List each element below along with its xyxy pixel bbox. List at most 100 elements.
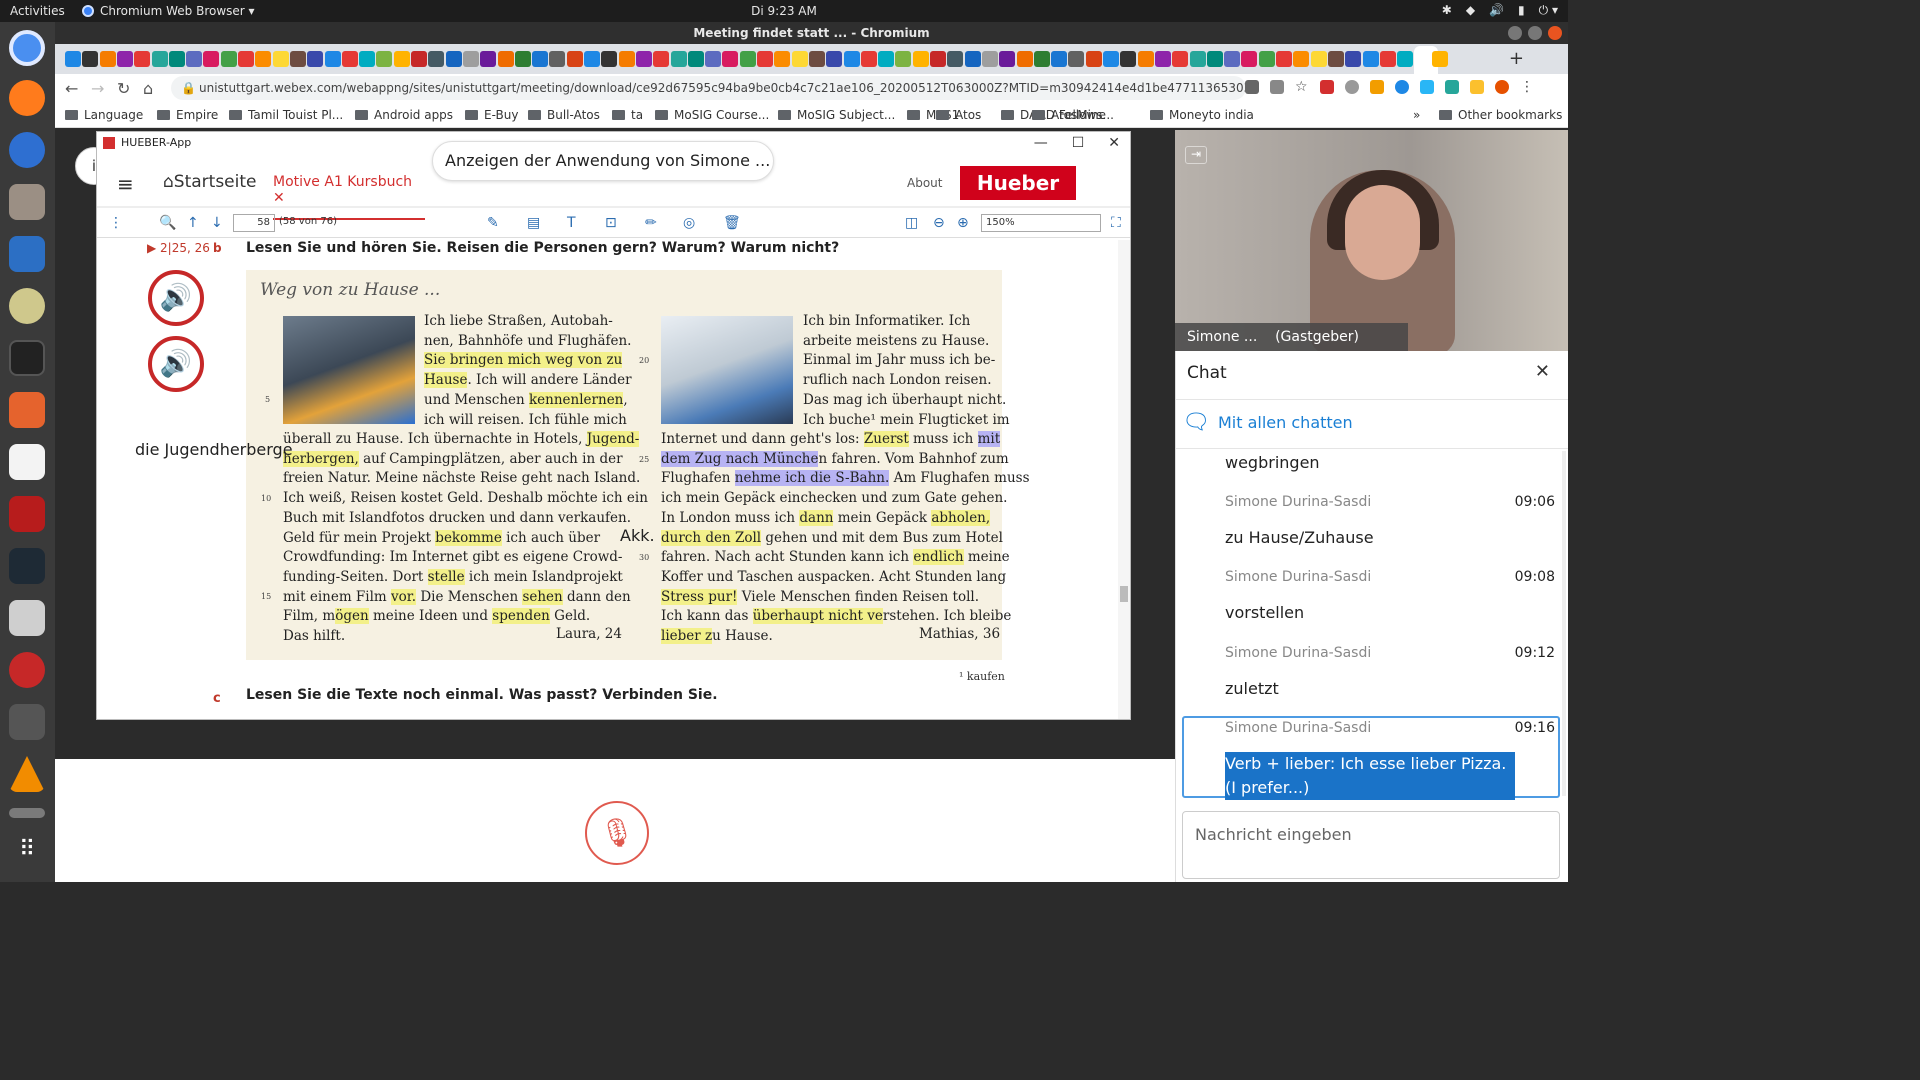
browser-tab[interactable]	[1431, 51, 1448, 67]
bookmark-item[interactable]: Tamil Touist Pl...	[229, 108, 343, 122]
about-link[interactable]: About	[907, 176, 942, 190]
profile-avatar[interactable]	[1495, 80, 1509, 94]
browser-tab[interactable]	[1051, 51, 1068, 67]
browser-tab[interactable]	[912, 51, 929, 67]
browser-tab[interactable]	[635, 51, 652, 67]
browser-tab[interactable]	[601, 51, 618, 67]
browser-tab[interactable]	[722, 51, 739, 67]
browser-tab[interactable]	[999, 51, 1016, 67]
browser-tab[interactable]	[860, 51, 877, 67]
close-chat-icon[interactable]: ✕	[1535, 361, 1550, 382]
browser-tab[interactable]	[1120, 51, 1137, 67]
show-apps-icon[interactable]: ⠿	[9, 837, 45, 873]
minimize-icon[interactable]: —	[1034, 132, 1048, 154]
extension-icon[interactable]	[1345, 80, 1359, 94]
browser-tab[interactable]	[930, 51, 946, 67]
browser-tab[interactable]	[705, 51, 722, 67]
trash-icon[interactable]: 🗑	[723, 215, 741, 231]
audio-play-button[interactable]: 🔊	[148, 336, 204, 392]
bookmark-item[interactable]: Bull-Atos	[528, 108, 600, 122]
frame-tool-icon[interactable]: ⊡	[605, 215, 617, 231]
browser-tab[interactable]	[1345, 51, 1362, 67]
terminal-icon[interactable]	[9, 340, 45, 376]
forward-icon[interactable]: →	[91, 79, 104, 98]
bookmark-item[interactable]: Moneyto india	[1150, 108, 1254, 122]
reload-icon[interactable]: ↻	[117, 79, 130, 98]
browser-tab[interactable]	[1310, 51, 1327, 67]
vlc-icon[interactable]	[9, 756, 45, 792]
next-page-icon[interactable]: ↓	[211, 215, 223, 231]
browser-tab[interactable]	[670, 51, 687, 67]
amazon-icon[interactable]	[9, 444, 45, 480]
browser-tab[interactable]	[1293, 51, 1310, 67]
browser-tab[interactable]	[757, 51, 773, 67]
translate-icon[interactable]	[1270, 80, 1284, 94]
browser-tab[interactable]	[514, 51, 531, 67]
browser-tab[interactable]	[186, 51, 203, 67]
cast-icon[interactable]	[1245, 80, 1259, 94]
browser-tab[interactable]	[497, 51, 514, 67]
firefox-icon[interactable]	[9, 80, 45, 116]
browser-tab[interactable]	[411, 51, 427, 67]
bookmark-item[interactable]: MoSIG Subject...	[778, 108, 895, 122]
bookmark-item[interactable]: ta	[612, 108, 643, 122]
browser-tab[interactable]	[843, 51, 860, 67]
browser-tab[interactable]	[134, 51, 151, 67]
browser-tab[interactable]	[653, 51, 670, 67]
extension-icon[interactable]	[1445, 80, 1459, 94]
thunderbird-icon[interactable]	[9, 132, 45, 168]
browser-tab[interactable]	[808, 51, 825, 67]
home-icon[interactable]: ⌂	[143, 79, 153, 98]
browser-tab[interactable]	[99, 51, 116, 67]
new-tab-icon[interactable]: +	[1509, 48, 1524, 69]
browser-tab[interactable]	[1276, 51, 1292, 67]
back-icon[interactable]: ←	[65, 79, 78, 98]
browser-tab[interactable]	[168, 51, 185, 67]
browser-tab[interactable]	[289, 51, 306, 67]
bookmark-item[interactable]: AtosMine	[1032, 108, 1106, 122]
zoom-input[interactable]: 150%	[981, 214, 1101, 232]
browser-tab[interactable]	[895, 51, 912, 67]
two-page-icon[interactable]: ◫	[905, 215, 918, 231]
browser-tab[interactable]	[272, 51, 289, 67]
star-icon[interactable]: ☆	[1295, 80, 1309, 94]
browser-tab[interactable]	[1224, 51, 1241, 67]
extension-icon[interactable]	[1470, 80, 1484, 94]
browser-tab[interactable]	[220, 51, 237, 67]
address-bar[interactable]: 🔒 unistuttgart.webex.com/webappng/sites/…	[171, 76, 1246, 100]
browser-tab[interactable]	[878, 51, 895, 67]
vmware-icon[interactable]	[9, 704, 45, 740]
system-monitor-icon[interactable]	[9, 548, 45, 584]
comment-icon[interactable]: ▤	[527, 215, 540, 231]
browser-tab[interactable]	[480, 51, 497, 67]
adblock-icon[interactable]	[1320, 80, 1334, 94]
close-icon[interactable]: ✕	[1108, 132, 1120, 154]
scrollbar-thumb[interactable]	[1120, 586, 1128, 602]
hamburger-menu-icon[interactable]: ≡	[117, 172, 134, 196]
browser-tab[interactable]	[324, 51, 341, 67]
activities-button[interactable]: Activities	[10, 4, 65, 18]
browser-tab[interactable]	[826, 51, 843, 67]
extension-icon[interactable]	[1420, 80, 1434, 94]
browser-tab[interactable]	[549, 51, 566, 67]
browser-tab[interactable]	[1068, 51, 1085, 67]
close-tab-icon[interactable]: ✕	[273, 190, 285, 206]
bookmark-item[interactable]: E-Buy	[465, 108, 518, 122]
browser-tab[interactable]	[1085, 51, 1102, 67]
bookmarks-overflow[interactable]: »	[1413, 108, 1420, 122]
browser-tab[interactable]	[1172, 51, 1189, 67]
home-link[interactable]: ⌂Startseite	[163, 172, 257, 192]
collapse-video-icon[interactable]: ⇥	[1185, 146, 1207, 164]
files-icon[interactable]	[9, 184, 45, 220]
app-menu[interactable]: Chromium Web Browser ▾	[82, 4, 255, 18]
browser-tab[interactable]	[393, 51, 410, 67]
browser-tab[interactable]	[307, 51, 324, 67]
browser-tab[interactable]	[1103, 51, 1119, 67]
browser-tab[interactable]	[1241, 51, 1258, 67]
browser-tab[interactable]	[1258, 51, 1275, 67]
browser-tab[interactable]	[1206, 51, 1223, 67]
browser-tab[interactable]	[947, 51, 964, 67]
browser-tab[interactable]	[774, 51, 791, 67]
hide-annotations-icon[interactable]: ◎	[683, 215, 695, 231]
browser-tab[interactable]	[687, 51, 704, 67]
